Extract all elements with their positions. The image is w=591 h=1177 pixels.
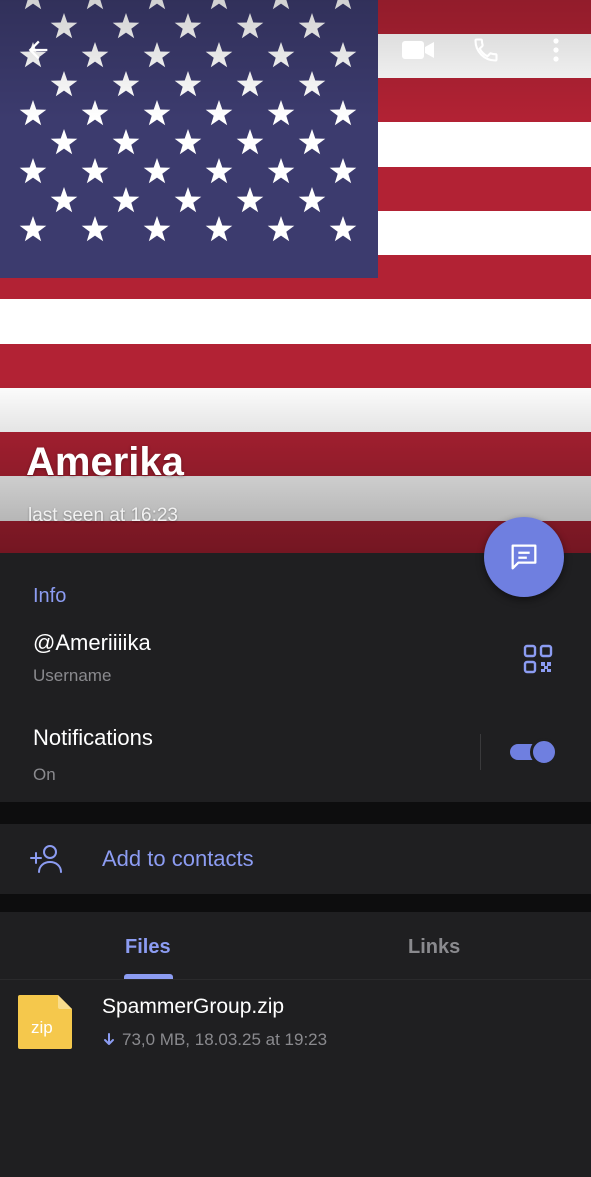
profile-header: Amerika last seen at 16:23 — [0, 0, 591, 553]
download-arrow-icon — [102, 1032, 116, 1048]
file-list-item[interactable]: zip SpammerGroup.zip 73,0 MB, 18.03.25 a… — [0, 990, 591, 1056]
notifications-title[interactable]: Notifications — [33, 725, 153, 751]
video-camera-icon — [402, 41, 434, 59]
more-vertical-icon — [553, 38, 559, 62]
zip-file-icon: zip — [16, 993, 74, 1051]
arrow-left-icon — [28, 40, 48, 60]
file-name: SpammerGroup.zip — [102, 995, 285, 1018]
notifications-toggle[interactable] — [510, 738, 558, 766]
file-meta-text: 73,0 MB, 18.03.25 at 19:23 — [122, 1030, 328, 1049]
add-user-icon — [26, 838, 68, 880]
file-meta: 73,0 MB, 18.03.25 at 19:23 — [102, 1030, 327, 1050]
last-seen-status: last seen at 16:23 — [28, 505, 178, 526]
notifications-state: On — [33, 765, 56, 784]
info-section-title: Info — [33, 585, 67, 607]
vertical-divider — [480, 734, 481, 770]
profile-name: Amerika — [26, 440, 184, 484]
section-divider — [0, 802, 591, 824]
tab-links[interactable]: Links — [408, 936, 460, 959]
add-to-contacts-row[interactable]: Add to contacts — [0, 824, 591, 894]
qr-code-button[interactable] — [518, 639, 558, 679]
qr-code-icon — [523, 644, 553, 674]
video-call-button[interactable] — [396, 28, 440, 72]
phone-icon — [474, 38, 498, 62]
tabs-underline — [0, 979, 591, 980]
add-to-contacts-label: Add to contacts — [102, 846, 254, 871]
top-bar — [0, 0, 591, 100]
shared-media-section: Files Links zip SpammerGroup.zip 73,0 MB… — [0, 912, 591, 1177]
voice-call-button[interactable] — [464, 28, 508, 72]
more-options-button[interactable] — [534, 28, 578, 72]
message-icon — [511, 544, 537, 570]
username-label: Username — [33, 666, 112, 685]
back-button[interactable] — [16, 28, 60, 72]
username-value[interactable]: @Ameriiiika — [33, 630, 151, 656]
message-fab-button[interactable] — [484, 517, 564, 597]
toggle-knob — [530, 738, 558, 766]
tab-files[interactable]: Files — [125, 936, 171, 959]
section-divider — [0, 894, 591, 912]
file-type-label: zip — [31, 1018, 53, 1037]
